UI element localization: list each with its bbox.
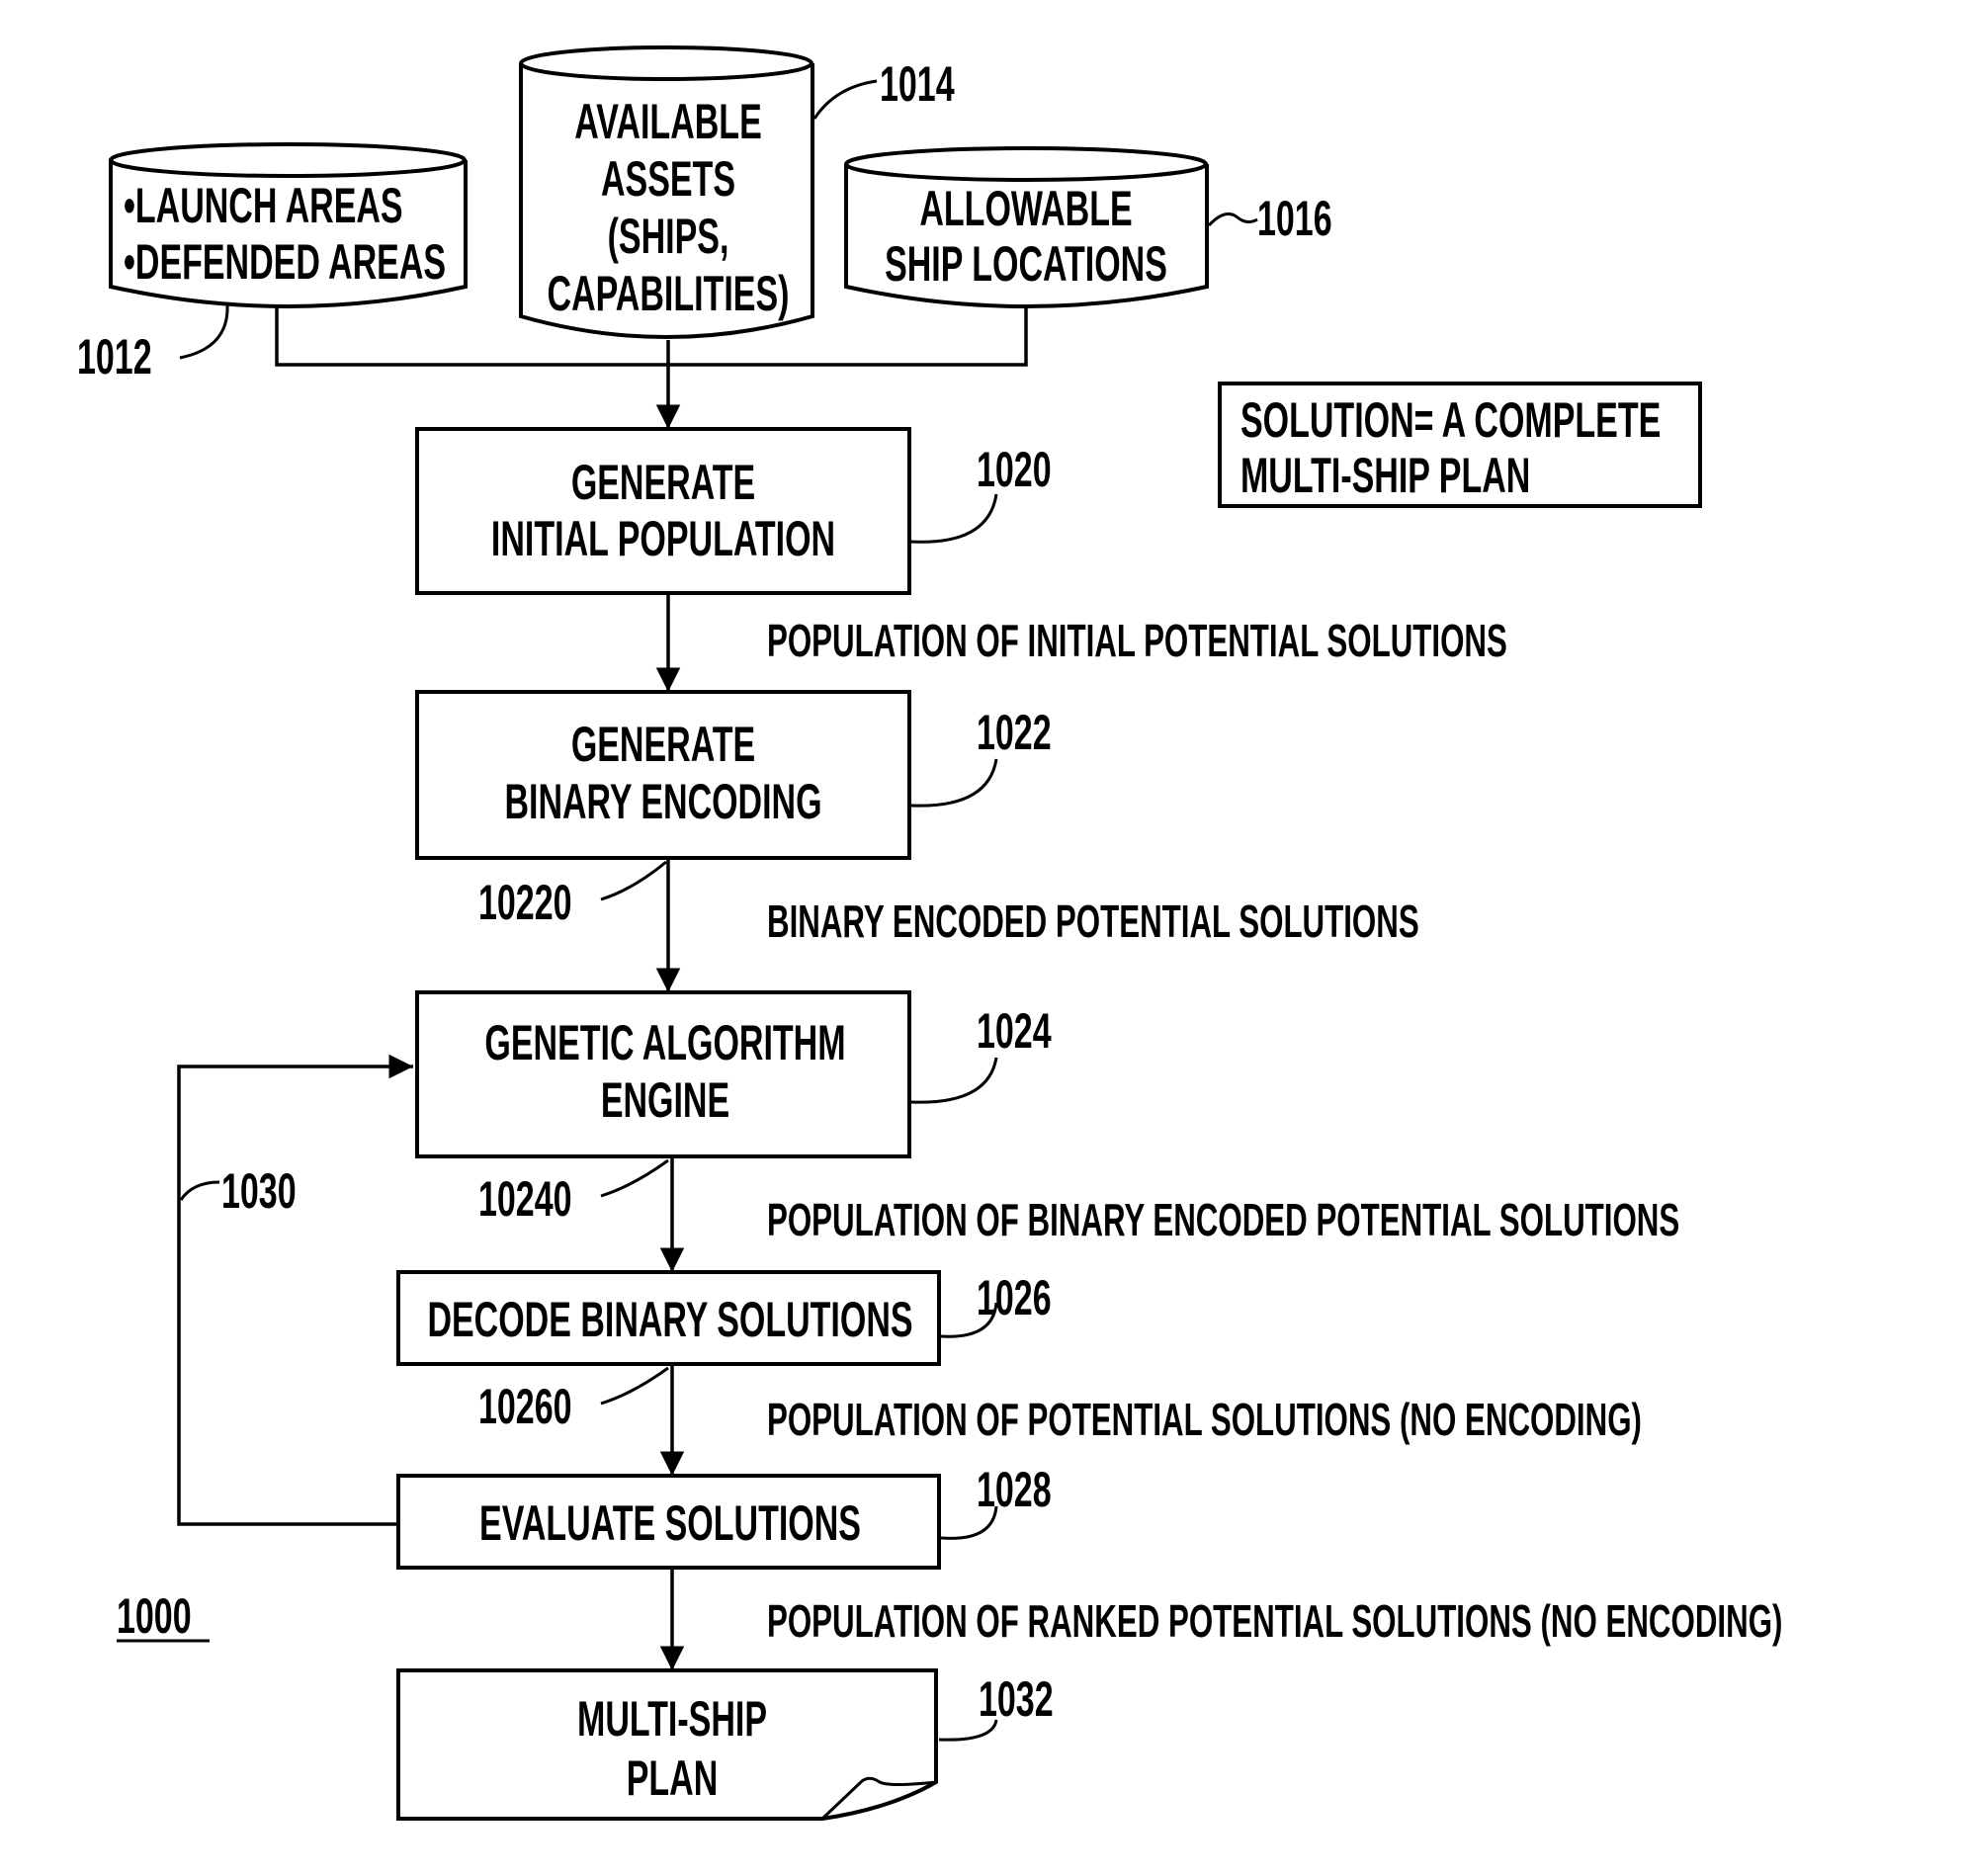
leader-1016: [1207, 212, 1258, 227]
ref-10240: 10240: [478, 1172, 572, 1228]
database-1012-line-2: •DEFENDED AREAS: [124, 235, 446, 291]
database-1014-line-4: CAPABILITIES): [548, 267, 790, 322]
flow-label-5: POPULATION OF RANKED POTENTIAL SOLUTIONS…: [767, 1596, 1782, 1647]
figure-number: 1000: [117, 1589, 192, 1645]
database-1016-line-2: SHIP LOCATIONS: [885, 237, 1167, 293]
step-1026-line-1: DECODE BINARY SOLUTIONS: [427, 1293, 912, 1348]
ref-1020: 1020: [977, 443, 1052, 498]
leader-1014: [812, 79, 878, 120]
leader-10240: [600, 1158, 669, 1198]
ref-1024: 1024: [977, 1004, 1052, 1060]
ref-1032: 1032: [979, 1672, 1054, 1728]
cylinder-top: [109, 142, 467, 178]
database-1016-line-1: ALLOWABLE: [919, 182, 1132, 237]
definition-note: SOLUTION= A COMPLETE MULTI-SHIP PLAN: [1218, 382, 1702, 508]
leader-1020: [910, 493, 998, 544]
ref-1012: 1012: [77, 330, 152, 385]
step-1022-line-2: BINARY ENCODING: [504, 775, 821, 830]
note-line-1: SOLUTION= A COMPLETE: [1240, 393, 1661, 449]
leader-1030: [179, 1180, 220, 1201]
database-launch-defended-areas: •LAUNCH AREAS •DEFENDED AREAS: [109, 142, 468, 308]
cylinder-top: [844, 146, 1208, 182]
output-1032-line-2: PLAN: [627, 1751, 719, 1807]
step-1024-line-2: ENGINE: [601, 1073, 729, 1129]
ref-1022: 1022: [977, 706, 1052, 761]
leader-1024: [910, 1057, 998, 1104]
flowchart-diagram: •LAUNCH AREAS •DEFENDED AREAS AVAILABLE …: [77, 45, 1782, 1821]
ref-1030: 1030: [221, 1164, 297, 1220]
ref-1026: 1026: [977, 1271, 1052, 1326]
ref-10220: 10220: [478, 876, 572, 931]
step-1024-line-1: GENETIC ALGORITHM: [484, 1016, 845, 1071]
step-evaluate-solutions: EVALUATE SOLUTIONS: [396, 1474, 941, 1570]
leader-1012: [179, 303, 229, 360]
step-generate-binary-encoding: GENERATE BINARY ENCODING: [415, 690, 911, 860]
leader-10220: [600, 860, 667, 901]
database-1014-line-1: AVAILABLE: [574, 95, 761, 150]
leader-10260: [600, 1366, 669, 1406]
ref-10260: 10260: [478, 1380, 572, 1435]
database-available-assets: AVAILABLE ASSETS (SHIPS, CAPABILITIES): [519, 45, 814, 339]
step-generate-initial-population: GENERATE INITIAL POPULATION: [415, 427, 911, 595]
flow-label-3: POPULATION OF BINARY ENCODED POTENTIAL S…: [767, 1195, 1679, 1245]
database-allowable-ship-locations: ALLOWABLE SHIP LOCATIONS: [844, 146, 1209, 308]
step-1028-line-1: EVALUATE SOLUTIONS: [479, 1496, 861, 1552]
flow-label-1: POPULATION OF INITIAL POTENTIAL SOLUTION…: [767, 616, 1507, 666]
note-line-2: MULTI-SHIP PLAN: [1240, 449, 1530, 504]
step-1020-line-2: INITIAL POPULATION: [491, 512, 835, 567]
step-1022-line-1: GENERATE: [571, 718, 755, 773]
database-1012-line-1: •LAUNCH AREAS: [124, 179, 403, 234]
cylinder-top: [519, 45, 813, 81]
output-1032-line-1: MULTI-SHIP: [577, 1692, 767, 1748]
step-1020-line-1: GENERATE: [571, 456, 755, 511]
step-decode-binary-solutions: DECODE BINARY SOLUTIONS: [396, 1270, 941, 1366]
ref-1028: 1028: [977, 1463, 1052, 1518]
leader-1022: [910, 758, 998, 808]
ref-1016: 1016: [1257, 192, 1332, 247]
step-genetic-algorithm-engine: GENETIC ALGORITHM ENGINE: [415, 990, 911, 1158]
flow-label-2: BINARY ENCODED POTENTIAL SOLUTIONS: [767, 896, 1419, 947]
output-multi-ship-plan: MULTI-SHIP PLAN: [396, 1668, 938, 1821]
ref-1014: 1014: [880, 57, 955, 113]
flow-label-4: POPULATION OF POTENTIAL SOLUTIONS (NO EN…: [767, 1395, 1642, 1445]
database-1014-line-3: (SHIPS,: [608, 210, 729, 265]
feedback-loop-line: [177, 1054, 413, 1526]
database-1014-line-2: ASSETS: [601, 152, 735, 208]
